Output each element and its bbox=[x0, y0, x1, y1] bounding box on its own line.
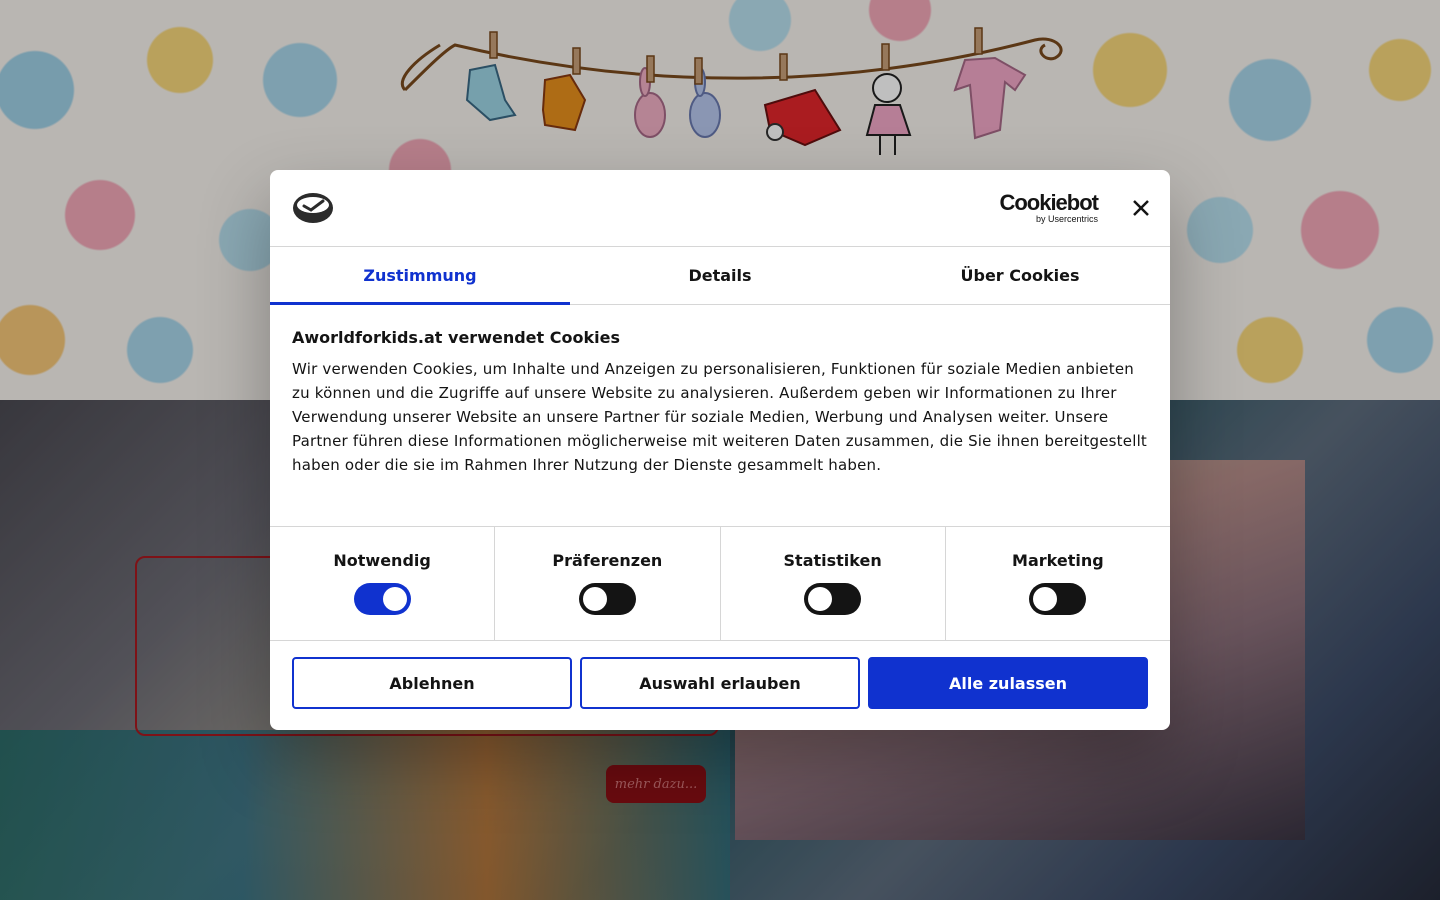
consent-content: Aworldforkids.at verwendet Cookies Wir v… bbox=[270, 305, 1170, 527]
cookie-consent-dialog: Cookiebot by Usercentrics Zustimmung Det… bbox=[270, 170, 1170, 730]
site-logo-icon bbox=[293, 193, 333, 223]
tab-consent[interactable]: Zustimmung bbox=[270, 247, 570, 305]
toggle-preferences: Präferenzen bbox=[495, 527, 721, 640]
switch-knob bbox=[808, 587, 833, 611]
allow-all-button[interactable]: Alle zulassen bbox=[868, 657, 1148, 709]
decline-button[interactable]: Ablehnen bbox=[292, 657, 572, 709]
toggle-statistics: Statistiken bbox=[721, 527, 946, 640]
toggle-label: Marketing bbox=[1012, 551, 1104, 570]
toggle-label: Statistiken bbox=[783, 551, 882, 570]
switch-knob bbox=[382, 587, 407, 611]
allow-selection-button[interactable]: Auswahl erlauben bbox=[580, 657, 860, 709]
toggle-label: Präferenzen bbox=[552, 551, 663, 570]
tab-about-cookies[interactable]: Über Cookies bbox=[870, 247, 1170, 304]
cookiebot-byline: by Usercentrics bbox=[1035, 214, 1098, 224]
tab-details[interactable]: Details bbox=[570, 247, 870, 304]
toggle-marketing: Marketing bbox=[946, 527, 1170, 640]
toggle-label: Notwendig bbox=[333, 551, 431, 570]
marketing-switch[interactable] bbox=[1029, 583, 1087, 615]
toggle-necessary: Notwendig bbox=[270, 527, 496, 640]
cookiebot-wordmark: Cookiebot bbox=[999, 190, 1099, 215]
switch-knob bbox=[1033, 587, 1058, 611]
category-toggles: Notwendig Präferenzen Statistiken Market… bbox=[270, 527, 1170, 641]
switch-knob bbox=[582, 587, 607, 611]
consent-heading: Aworldforkids.at verwendet Cookies bbox=[292, 328, 620, 347]
preferences-switch[interactable] bbox=[578, 583, 636, 615]
cookiebot-logo[interactable]: Cookiebot by Usercentrics bbox=[992, 190, 1099, 225]
tab-bar: Zustimmung Details Über Cookies bbox=[270, 247, 1170, 305]
statistics-switch[interactable] bbox=[804, 583, 862, 615]
consent-actions: Ablehnen Auswahl erlauben Alle zulassen bbox=[270, 641, 1170, 725]
close-icon[interactable] bbox=[1128, 195, 1154, 221]
consent-body-text: Wir verwenden Cookies, um Inhalte und An… bbox=[292, 360, 1148, 474]
necessary-switch[interactable] bbox=[353, 583, 411, 615]
dialog-header: Cookiebot by Usercentrics bbox=[270, 170, 1170, 247]
